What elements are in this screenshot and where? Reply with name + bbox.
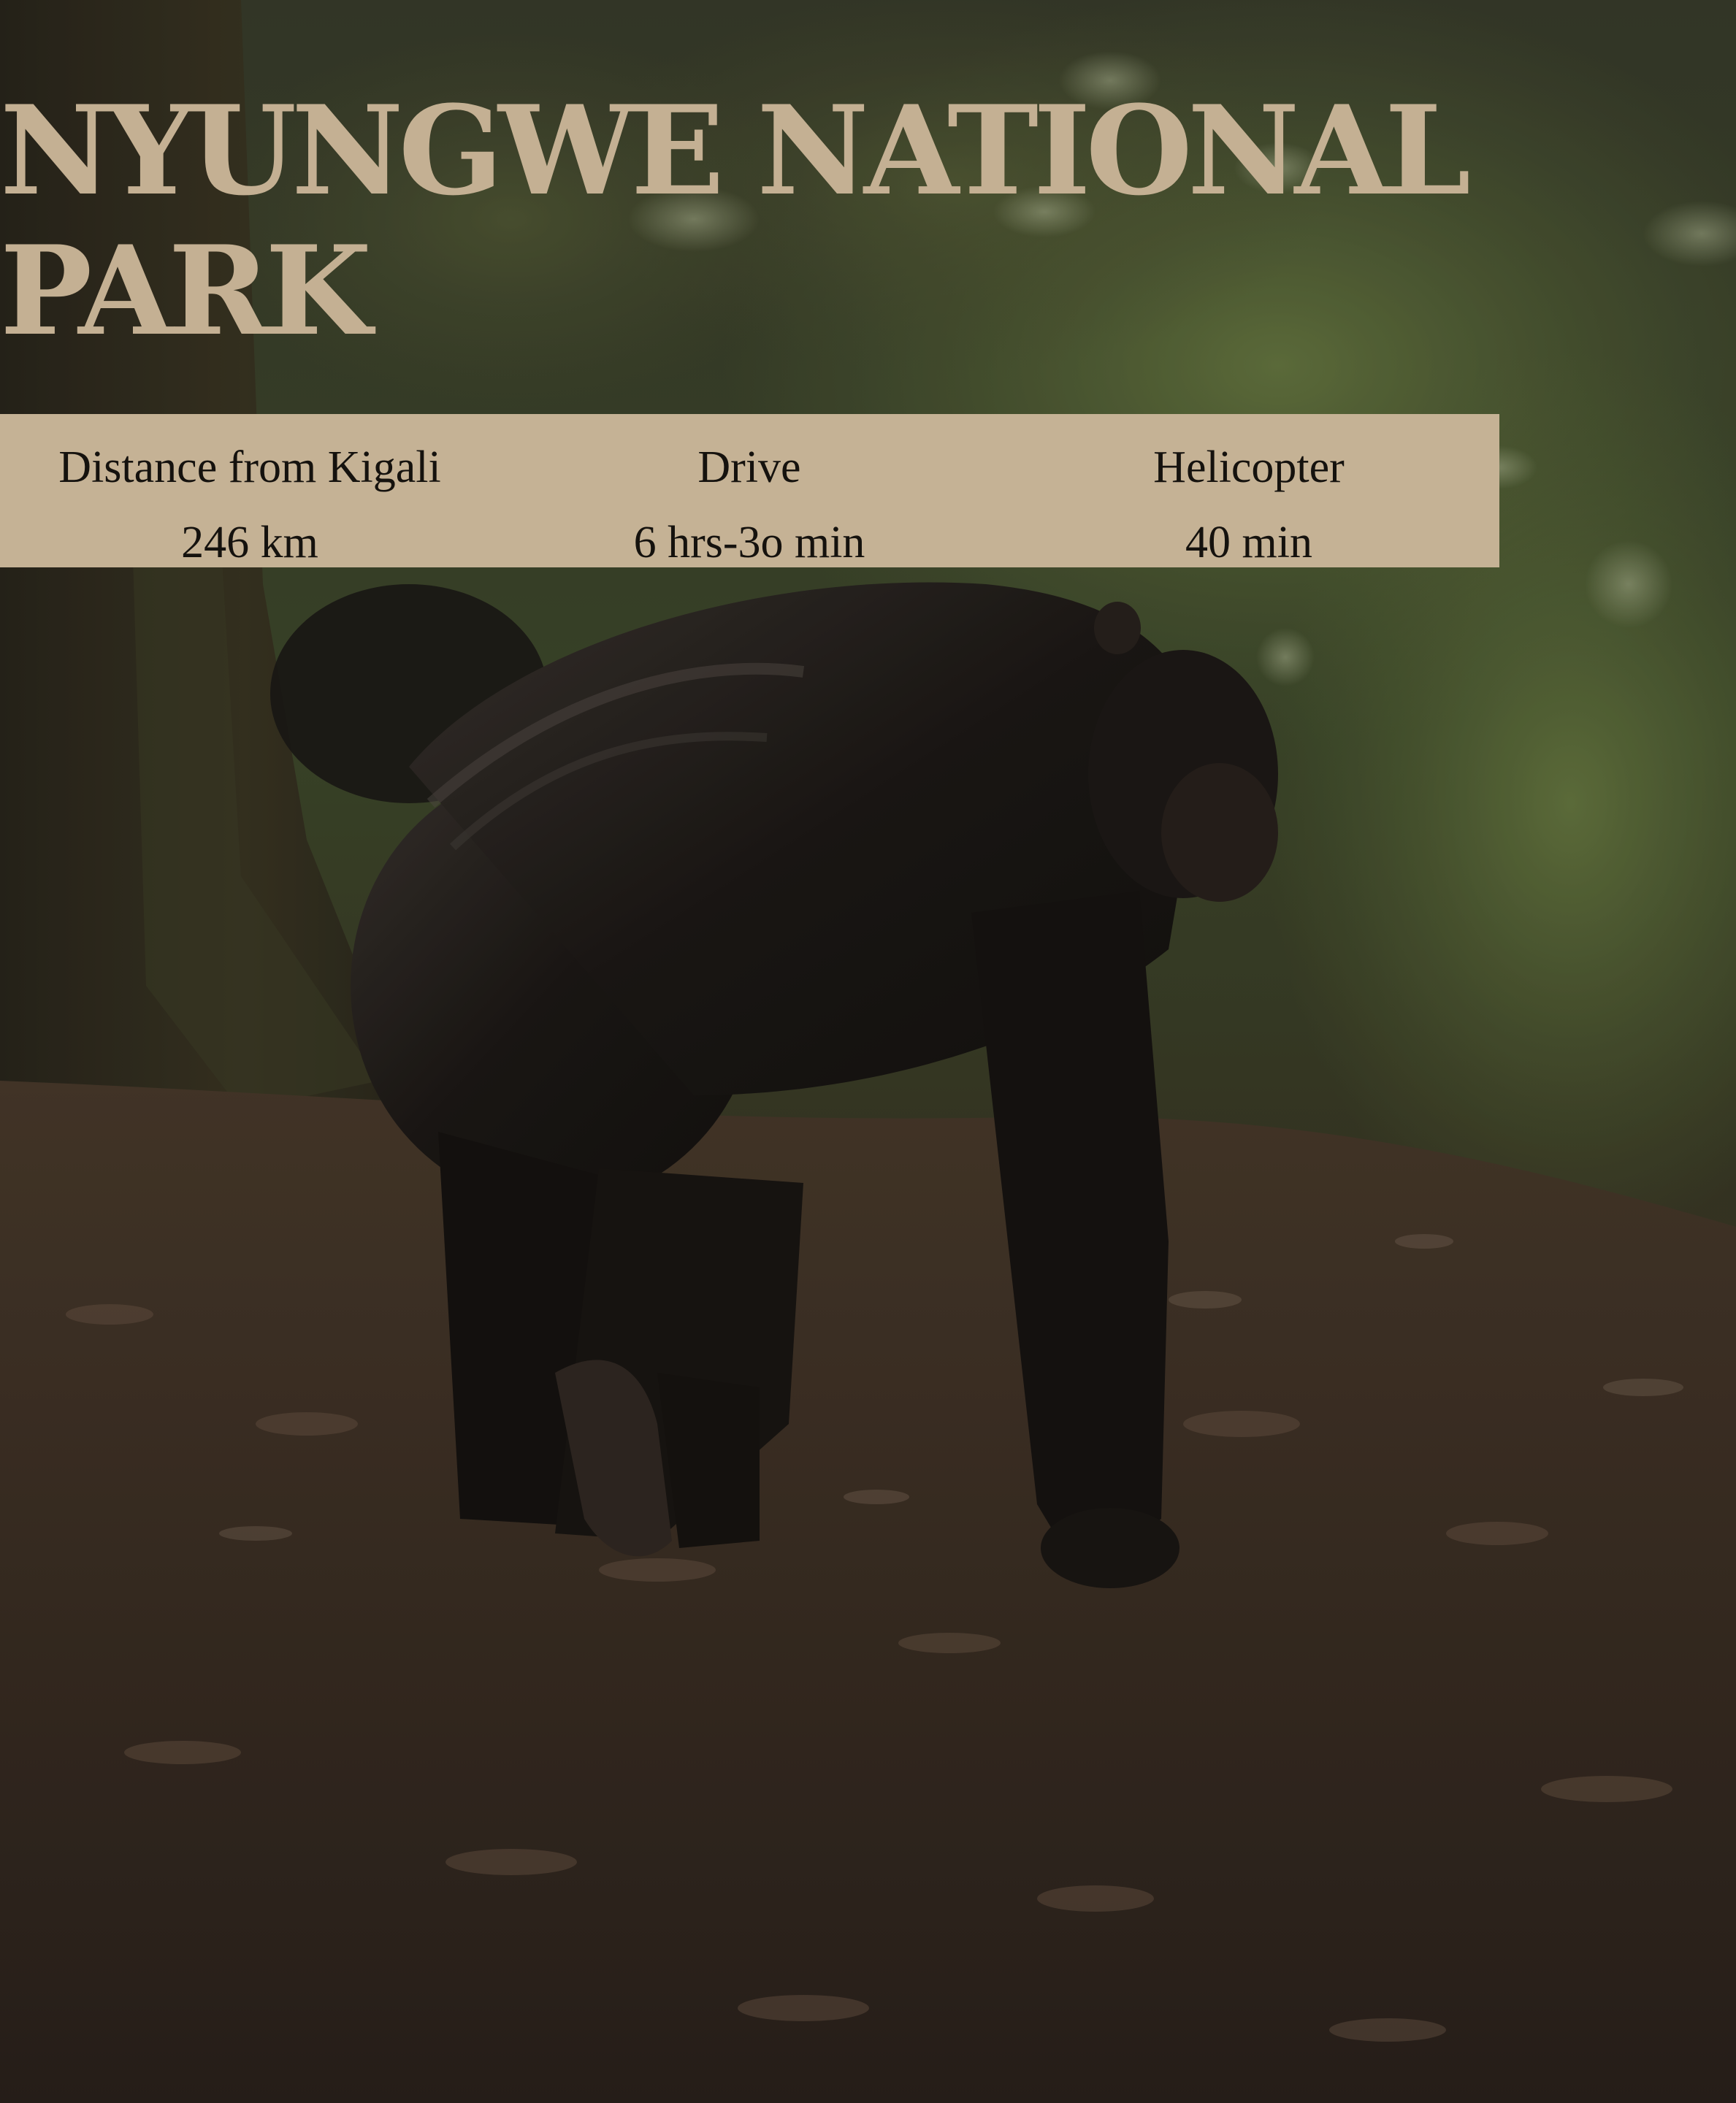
travel-info-band: Distance from Kigali 246 km Drive 6 hrs-… [0,414,1499,567]
info-distance-label: Distance from Kigali [58,443,441,492]
info-drive-value: 6 hrs-3o min [633,518,865,567]
title-line-1: NYUNGWE NATIONAL [0,78,1471,223]
page-title: NYUNGWE NATIONAL PARK [0,78,1471,363]
info-helicopter-label: Helicopter [1153,443,1345,492]
title-line-2: PARK [0,218,372,363]
info-drive: Drive 6 hrs-3o min [500,414,999,567]
info-distance: Distance from Kigali 246 km [0,414,500,567]
info-drive-label: Drive [697,443,801,492]
info-helicopter: Helicopter 40 min [999,414,1499,567]
info-distance-value: 246 km [181,518,318,567]
info-helicopter-value: 40 min [1185,518,1312,567]
